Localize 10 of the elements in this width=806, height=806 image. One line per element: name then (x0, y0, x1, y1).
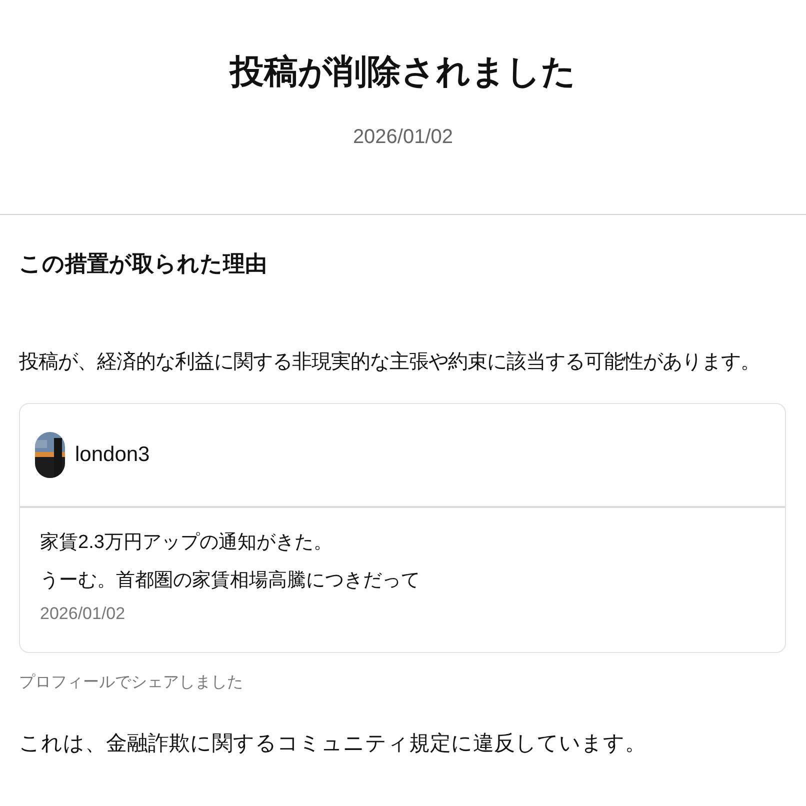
post-date: 2026/01/02 (40, 603, 126, 625)
section-heading: この措置が取られた理由 (19, 250, 268, 278)
removal-date: 2026/01/02 (352, 125, 454, 150)
page-title: 投稿が削除されました (230, 52, 576, 93)
username[interactable]: london3 (75, 439, 150, 471)
post-text: 家賃2.3万円アップの通知がきた。 (40, 531, 334, 555)
violation-text: これは、金融詐欺に関するコミュニティ規定に違反しています。 (19, 731, 647, 757)
shared-note: プロフィールでシェアしました (19, 672, 244, 693)
reason-text: 投稿が、経済的な利益に関する非現実的な主張や約束に該当する可能性があります。 (19, 350, 760, 375)
post-text: うーむ。首都圏の家賃相場高騰につきだって (40, 569, 421, 593)
